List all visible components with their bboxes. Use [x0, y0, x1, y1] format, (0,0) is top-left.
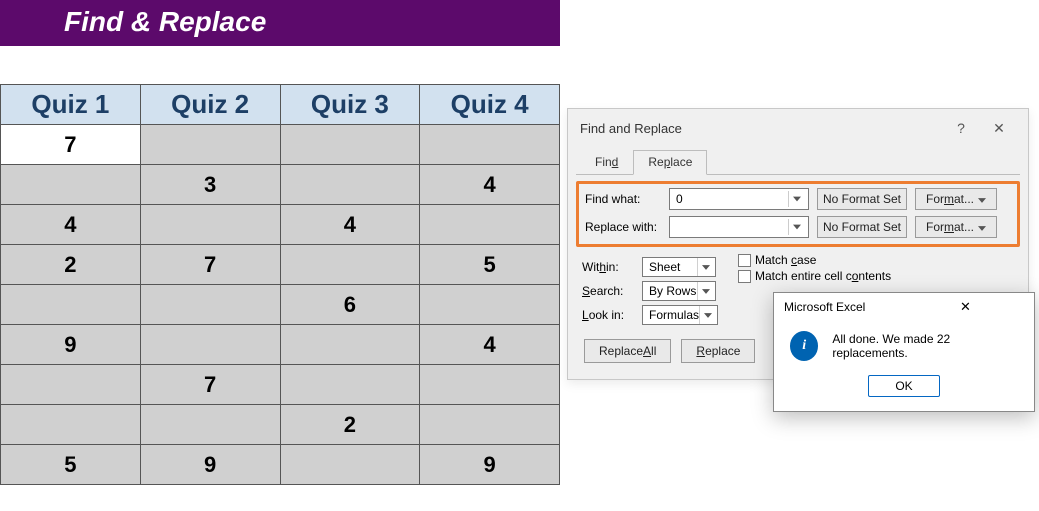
cell[interactable]: [1, 165, 141, 205]
cell[interactable]: 9: [420, 445, 560, 485]
message-box: Microsoft Excel ✕ i All done. We made 22…: [773, 292, 1035, 412]
cell[interactable]: [140, 205, 280, 245]
cell[interactable]: [280, 245, 420, 285]
cell[interactable]: 5: [1, 445, 141, 485]
cell[interactable]: [420, 205, 560, 245]
find-format-button[interactable]: Format...: [915, 188, 997, 210]
msgbox-title: Microsoft Excel: [784, 300, 905, 314]
chevron-down-icon[interactable]: [697, 258, 713, 276]
cell[interactable]: 2: [280, 405, 420, 445]
quiz-table: Quiz 1 Quiz 2 Quiz 3 Quiz 4 734442756947…: [0, 84, 560, 485]
chevron-down-icon[interactable]: [788, 191, 804, 207]
cell[interactable]: 7: [140, 245, 280, 285]
cell[interactable]: 4: [280, 205, 420, 245]
cell[interactable]: [280, 325, 420, 365]
ok-button[interactable]: OK: [868, 375, 939, 397]
tab-replace[interactable]: Replace: [633, 150, 707, 175]
checkbox-icon: [738, 254, 751, 267]
cell[interactable]: [1, 405, 141, 445]
within-label: Within:: [582, 260, 632, 274]
lookin-select[interactable]: Formulas: [642, 305, 718, 325]
cell[interactable]: 4: [1, 205, 141, 245]
match-case-checkbox[interactable]: Match case: [738, 253, 891, 267]
cell[interactable]: 5: [420, 245, 560, 285]
page-title: Find & Replace: [64, 6, 266, 37]
cell[interactable]: [1, 365, 141, 405]
help-button[interactable]: ?: [942, 117, 980, 139]
col-header[interactable]: Quiz 1: [1, 85, 141, 125]
find-what-input[interactable]: 0: [669, 188, 809, 210]
chevron-down-icon[interactable]: [699, 306, 715, 324]
col-header[interactable]: Quiz 4: [420, 85, 560, 125]
chevron-down-icon[interactable]: [788, 219, 804, 235]
cell[interactable]: [280, 125, 420, 165]
match-entire-checkbox[interactable]: Match entire cell contents: [738, 269, 891, 283]
within-select[interactable]: Sheet: [642, 257, 716, 277]
cell[interactable]: [420, 405, 560, 445]
close-icon[interactable]: ✕: [905, 299, 1026, 315]
checkbox-icon: [738, 270, 751, 283]
cell[interactable]: 7: [140, 365, 280, 405]
cell[interactable]: [140, 325, 280, 365]
cell[interactable]: 6: [280, 285, 420, 325]
tab-find[interactable]: Find: [580, 150, 633, 175]
col-header[interactable]: Quiz 2: [140, 85, 280, 125]
cell[interactable]: [420, 125, 560, 165]
page-header: Find & Replace: [0, 0, 560, 46]
highlighted-inputs: Find what: 0 No Format Set Format... Rep…: [576, 181, 1020, 247]
replace-format-button[interactable]: Format...: [915, 216, 997, 238]
cell[interactable]: [140, 285, 280, 325]
cell[interactable]: [280, 365, 420, 405]
info-icon: i: [790, 331, 818, 361]
dialog-tabs: Find Replace: [568, 149, 1028, 174]
col-header[interactable]: Quiz 3: [280, 85, 420, 125]
cell[interactable]: 4: [420, 325, 560, 365]
cell[interactable]: 3: [140, 165, 280, 205]
replace-with-label: Replace with:: [585, 220, 661, 234]
lookin-label: Look in:: [582, 308, 632, 322]
cell[interactable]: 7: [1, 125, 141, 165]
cell[interactable]: [420, 285, 560, 325]
cell[interactable]: [140, 125, 280, 165]
replace-all-button[interactable]: Replace All: [584, 339, 671, 363]
find-what-label: Find what:: [585, 192, 661, 206]
close-button[interactable]: ✕: [980, 117, 1018, 139]
cell[interactable]: [420, 365, 560, 405]
search-select[interactable]: By Rows: [642, 281, 716, 301]
msgbox-text: All done. We made 22 replacements.: [832, 332, 1018, 360]
replace-with-input[interactable]: [669, 216, 809, 238]
dialog-titlebar[interactable]: Find and Replace ? ✕: [568, 109, 1028, 145]
replace-format-status: No Format Set: [817, 216, 907, 238]
dialog-title: Find and Replace: [580, 121, 942, 136]
cell[interactable]: 4: [420, 165, 560, 205]
cell[interactable]: [280, 165, 420, 205]
chevron-down-icon[interactable]: [697, 282, 713, 300]
msgbox-titlebar[interactable]: Microsoft Excel ✕: [774, 293, 1034, 321]
cell[interactable]: [280, 445, 420, 485]
search-label: Search:: [582, 284, 632, 298]
cell[interactable]: 9: [1, 325, 141, 365]
cell[interactable]: 9: [140, 445, 280, 485]
replace-button[interactable]: Replace: [681, 339, 755, 363]
cell[interactable]: [1, 285, 141, 325]
cell[interactable]: [140, 405, 280, 445]
cell[interactable]: 2: [1, 245, 141, 285]
find-format-status: No Format Set: [817, 188, 907, 210]
